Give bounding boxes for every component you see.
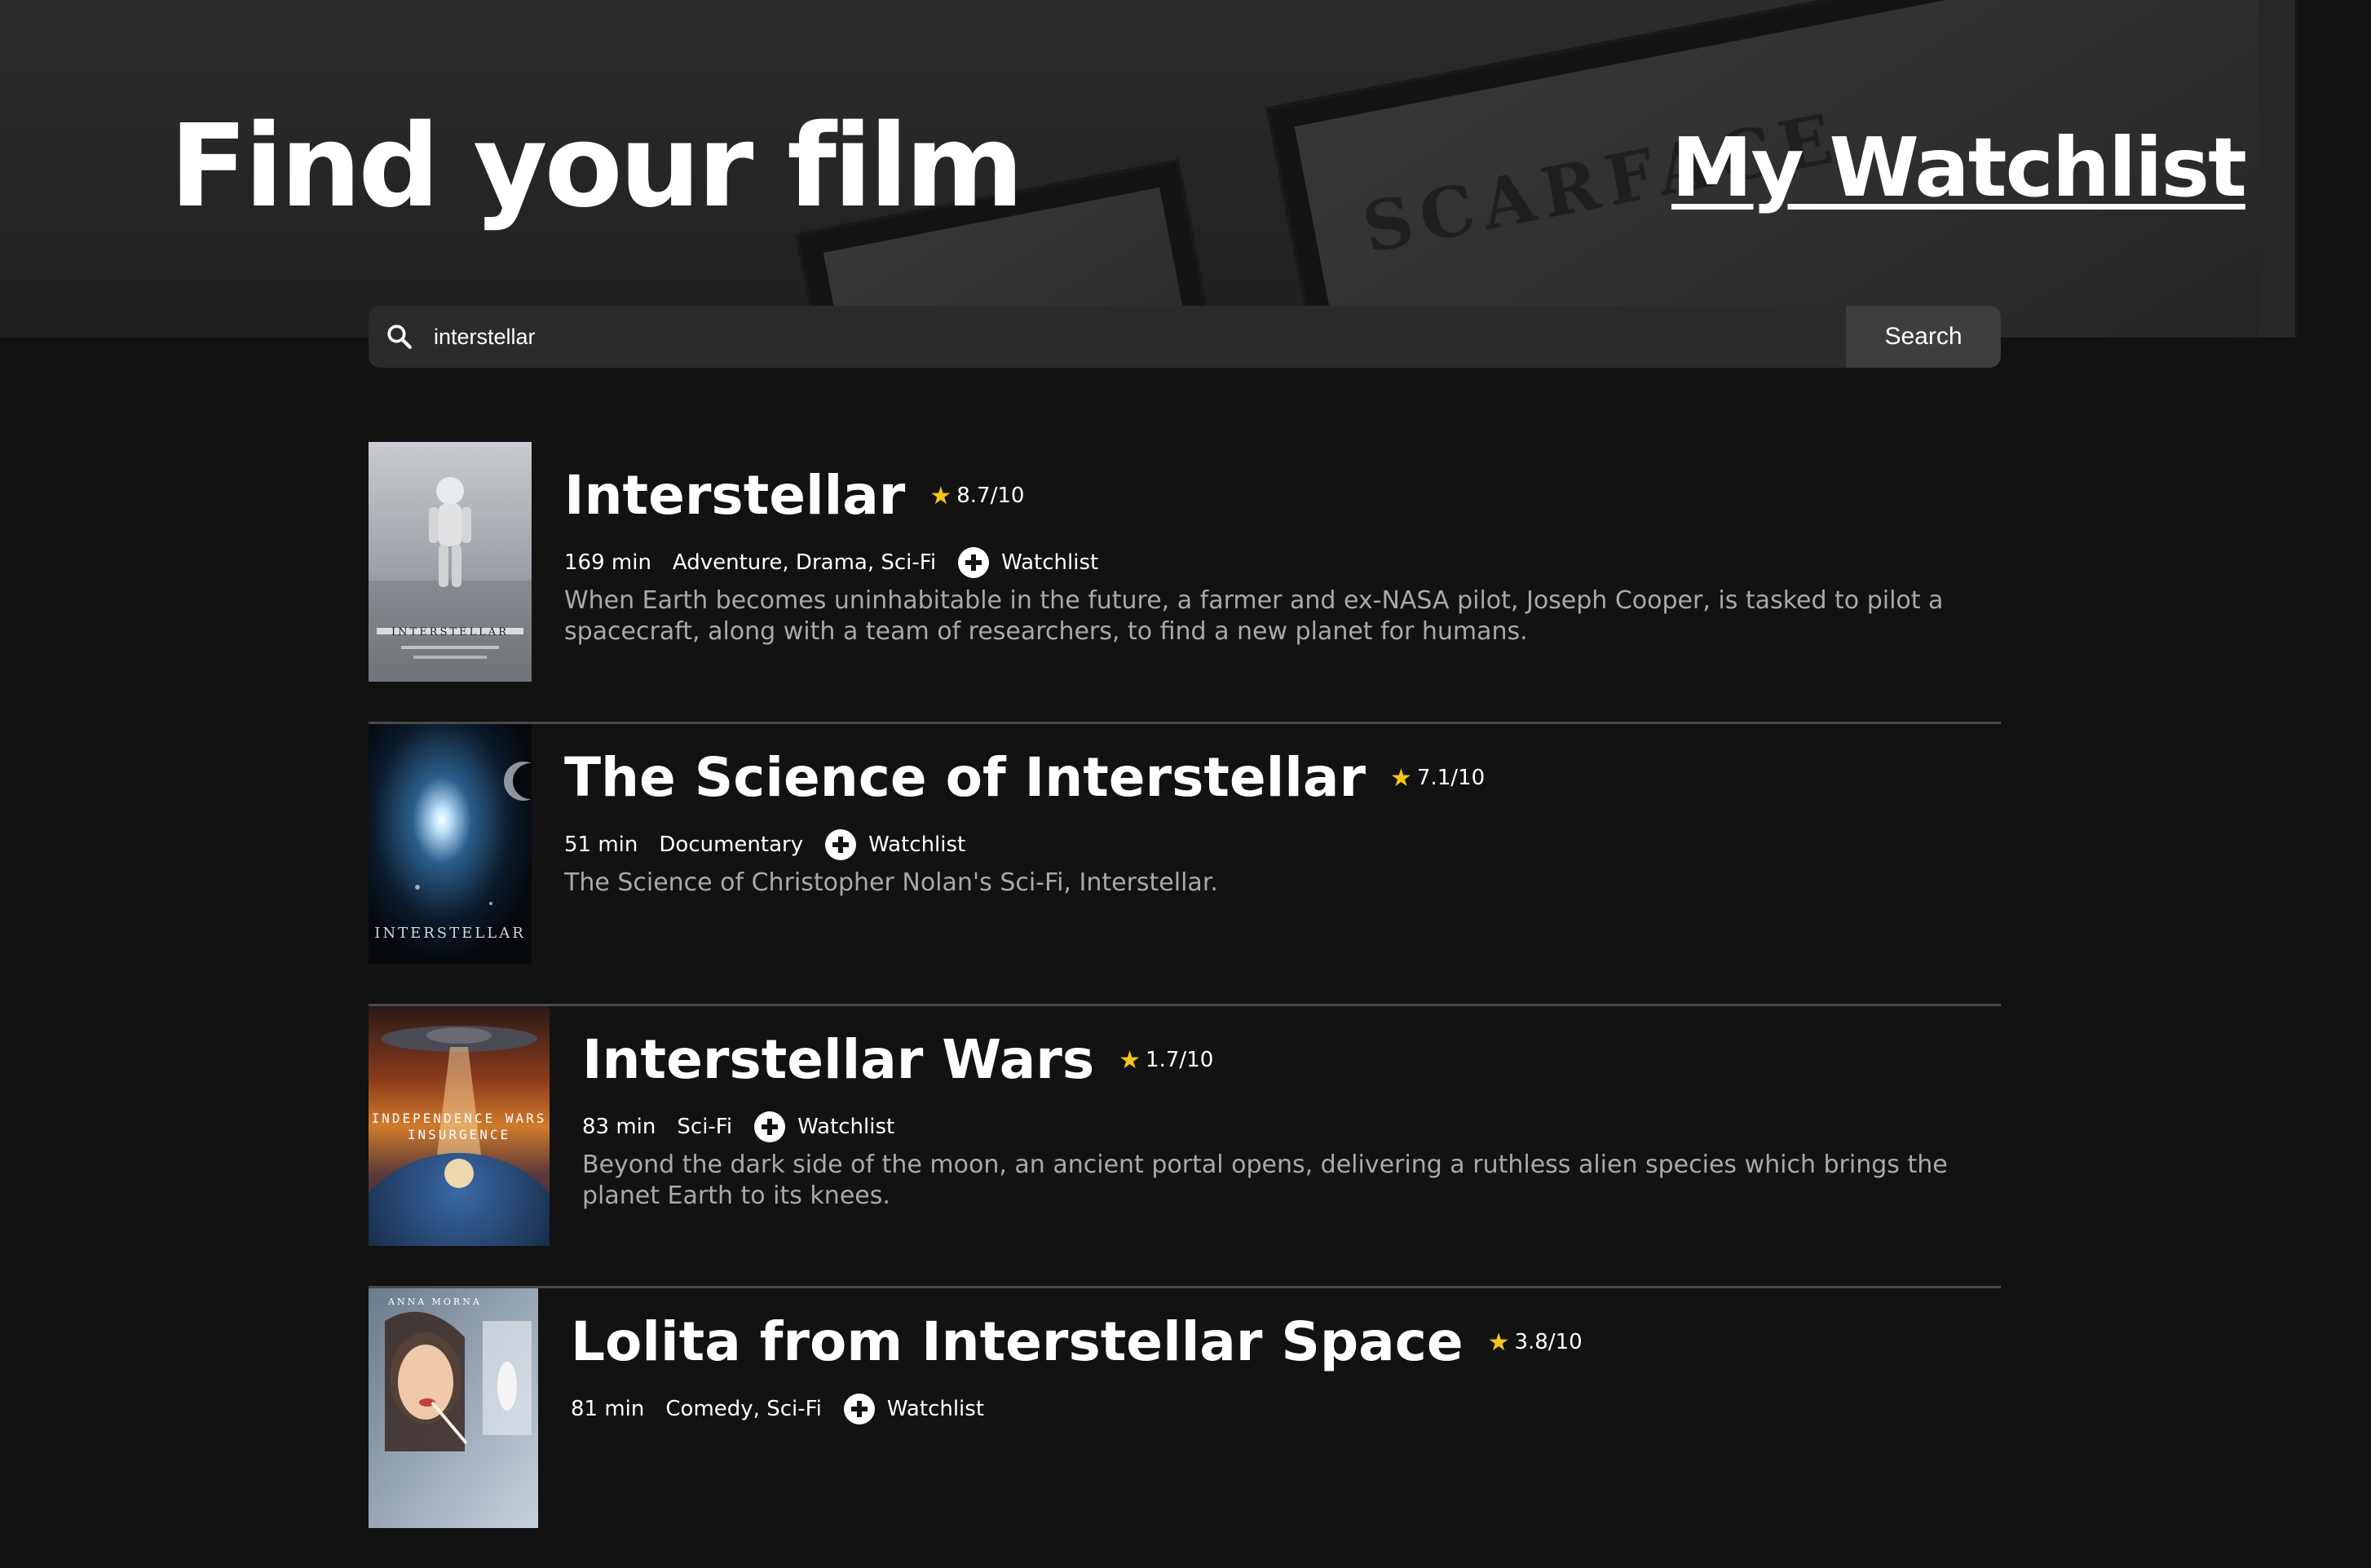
genres: Documentary [659,833,804,857]
meta-row: 51 min Documentary Watchlist [564,827,2001,863]
result-details: Interstellar Wars ★ 1.7/10 83 min Sci-Fi… [582,1006,2001,1212]
genres: Sci-Fi [677,1115,733,1139]
result-item: INDEPENDENCE WARS INSURGENCE Interstella… [369,1006,2001,1286]
watchlist-label: Watchlist [886,1397,985,1421]
runtime: 51 min [564,833,638,857]
watchlist-label: Watchlist [797,1115,895,1139]
genres: Comedy, Sci-Fi [665,1397,822,1421]
search-input[interactable] [430,306,1846,368]
poster-art-interstellar [369,442,532,682]
title-row: Interstellar Wars ★ 1.7/10 [582,1023,2001,1098]
movie-poster[interactable]: INTERSTELLAR [369,442,532,682]
add-to-watchlist-button[interactable]: Watchlist [824,828,965,861]
add-to-watchlist-button[interactable]: Watchlist [753,1111,894,1143]
search-bar: Search [369,306,2001,368]
result-details: Lolita from Interstellar Space ★ 3.8/10 … [571,1288,2001,1427]
search-icon [369,306,430,368]
movie-overview: Beyond the dark side of the moon, an anc… [582,1151,1948,1210]
movie-title[interactable]: Interstellar [564,458,905,533]
rating: ★ 7.1/10 [1390,764,1485,793]
movie-poster[interactable]: INTERSTELLAR [369,724,532,964]
plus-circle-icon [958,547,990,578]
title-row: Interstellar ★ 8.7/10 [564,458,2001,533]
movie-poster[interactable]: ANNA MORNA [369,1288,538,1528]
movie-overview: When Earth becomes uninhabitable in the … [564,586,1944,646]
plus-circle-icon [825,829,857,860]
page-title: Find your film [170,100,1024,233]
meta-row: 169 min Adventure, Drama, Sci-Fi Watchli… [564,545,2001,581]
movie-overview: The Science of Christopher Nolan's Sci-F… [564,868,1218,897]
star-icon: ★ [1390,763,1412,793]
result-details: The Science of Interstellar ★ 7.1/10 51 … [564,724,2001,899]
runtime: 169 min [564,550,651,575]
rating: ★ 8.7/10 [929,482,1024,510]
rating-value: 7.1/10 [1416,766,1486,790]
meta-row: 83 min Sci-Fi Watchlist [582,1109,2001,1145]
add-to-watchlist-button[interactable]: Watchlist [957,546,1098,579]
watchlist-label: Watchlist [868,833,966,857]
search-button[interactable]: Search [1846,306,2001,368]
title-row: The Science of Interstellar ★ 7.1/10 [564,740,2001,815]
movie-title[interactable]: Lolita from Interstellar Space [571,1305,1464,1380]
title-row: Lolita from Interstellar Space ★ 3.8/10 [571,1305,2001,1380]
result-details: Interstellar ★ 8.7/10 169 min Adventure,… [564,442,2001,647]
rating-value: 8.7/10 [956,484,1025,508]
poster-title-text: ANNA MORNA [388,1296,482,1307]
result-item: INTERSTELLAR The Science of Interstellar… [369,724,2001,1004]
movie-title[interactable]: Interstellar Wars [582,1023,1094,1098]
rating-value: 1.7/10 [1146,1048,1214,1072]
results-list: INTERSTELLAR Interstellar ★ 8.7/10 169 m… [369,442,2001,1568]
runtime: 81 min [571,1397,645,1421]
my-watchlist-link[interactable]: My Watchlist [1671,119,2247,217]
watchlist-label: Watchlist [1001,550,1099,575]
poster-title-text: INTERSTELLAR [391,626,509,638]
movie-title[interactable]: The Science of Interstellar [564,740,1366,815]
rating: ★ 1.7/10 [1119,1046,1213,1075]
add-to-watchlist-button[interactable]: Watchlist [843,1393,984,1425]
star-icon: ★ [929,481,952,510]
star-icon: ★ [1487,1327,1510,1357]
star-icon: ★ [1119,1045,1141,1075]
meta-row: 81 min Comedy, Sci-Fi Watchlist [571,1391,2001,1427]
poster-title-text: INTERSTELLAR [374,925,526,942]
poster-art-lolita-from-interstellar-space [369,1288,538,1528]
rating-value: 3.8/10 [1514,1330,1583,1354]
poster-title-text: INDEPENDENCE WARS INSURGENCE [371,1111,547,1142]
runtime: 83 min [582,1115,656,1139]
plus-circle-icon [754,1111,786,1142]
rating: ★ 3.8/10 [1488,1328,1583,1357]
movie-poster[interactable]: INDEPENDENCE WARS INSURGENCE [369,1006,550,1246]
genres: Adventure, Drama, Sci-Fi [672,550,937,575]
result-item: ANNA MORNA Lolita from Interstellar Spac… [369,1288,2001,1568]
plus-circle-icon [843,1394,875,1424]
result-item: INTERSTELLAR Interstellar ★ 8.7/10 169 m… [369,442,2001,722]
